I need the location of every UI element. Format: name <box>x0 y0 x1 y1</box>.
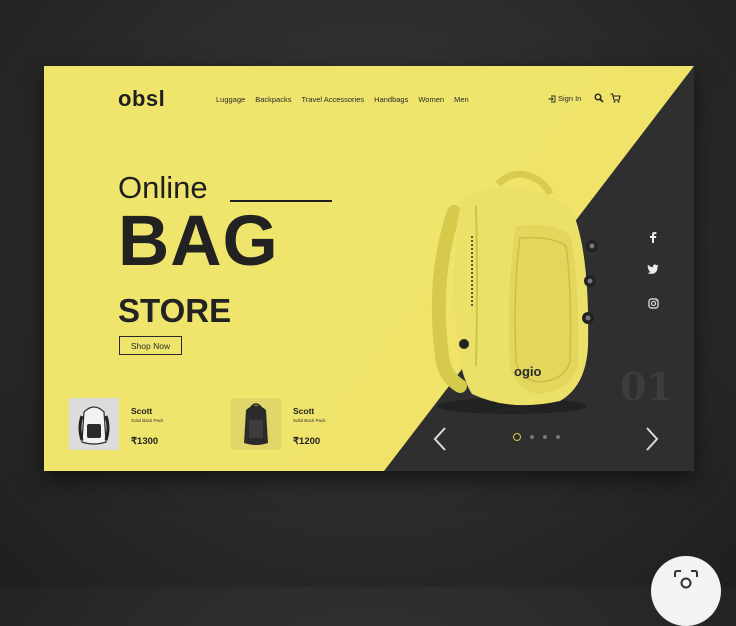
slider-dot[interactable] <box>530 435 534 439</box>
hero-backpack-image: ogio <box>431 170 598 414</box>
brand-logo[interactable]: obsl <box>118 86 165 112</box>
camera-search-icon <box>674 570 698 589</box>
lens-search-button[interactable] <box>651 556 721 626</box>
chevron-right-icon[interactable] <box>645 426 659 452</box>
backpack-image <box>231 398 281 450</box>
hero-subtitle: Online <box>118 170 208 205</box>
main-nav: Luggage Backpacks Travel Accessories Han… <box>216 95 469 104</box>
slider-dot[interactable] <box>543 435 547 439</box>
product-name: Scott <box>293 406 315 416</box>
backpack-image <box>69 398 119 450</box>
product-description: Solid Back Pack <box>131 418 164 423</box>
slide-number: 01 <box>620 364 673 409</box>
product-description: Solid Back Pack <box>293 418 326 423</box>
search-icon[interactable] <box>594 93 604 103</box>
product-price: ₹1200 <box>293 436 321 447</box>
hero-tagline: STORE <box>118 292 232 329</box>
nav-item-men[interactable]: Men <box>454 95 469 104</box>
store-landing-page: obsl Luggage Backpacks Travel Accessorie… <box>44 66 694 471</box>
svg-text:ogio: ogio <box>514 364 541 379</box>
slider-dot[interactable] <box>556 435 560 439</box>
chevron-left-icon[interactable] <box>433 426 447 452</box>
sign-in-label: Sign In <box>558 94 582 103</box>
cart-icon[interactable] <box>610 93 621 103</box>
shop-now-button[interactable]: Shop Now <box>119 336 182 355</box>
nav-item-backpacks[interactable]: Backpacks <box>255 95 291 104</box>
sign-in-link[interactable]: Sign In <box>548 94 581 103</box>
instagram-icon[interactable] <box>646 296 660 310</box>
product-name: Scott <box>131 406 153 416</box>
product-thumbnail[interactable] <box>69 398 119 450</box>
product-thumbnail[interactable] <box>231 398 281 450</box>
product-price: ₹1300 <box>131 436 159 447</box>
nav-item-women[interactable]: Women <box>418 95 444 104</box>
hero-title: BAG <box>118 202 279 281</box>
twitter-icon[interactable] <box>646 262 660 276</box>
facebook-icon[interactable] <box>646 230 660 244</box>
nav-item-travel-accessories[interactable]: Travel Accessories <box>301 95 364 104</box>
slider-dot-active[interactable] <box>513 433 521 441</box>
nav-item-luggage[interactable]: Luggage <box>216 95 245 104</box>
sign-in-icon <box>548 95 556 102</box>
nav-item-handbags[interactable]: Handbags <box>374 95 408 104</box>
slider-pagination <box>513 433 560 441</box>
